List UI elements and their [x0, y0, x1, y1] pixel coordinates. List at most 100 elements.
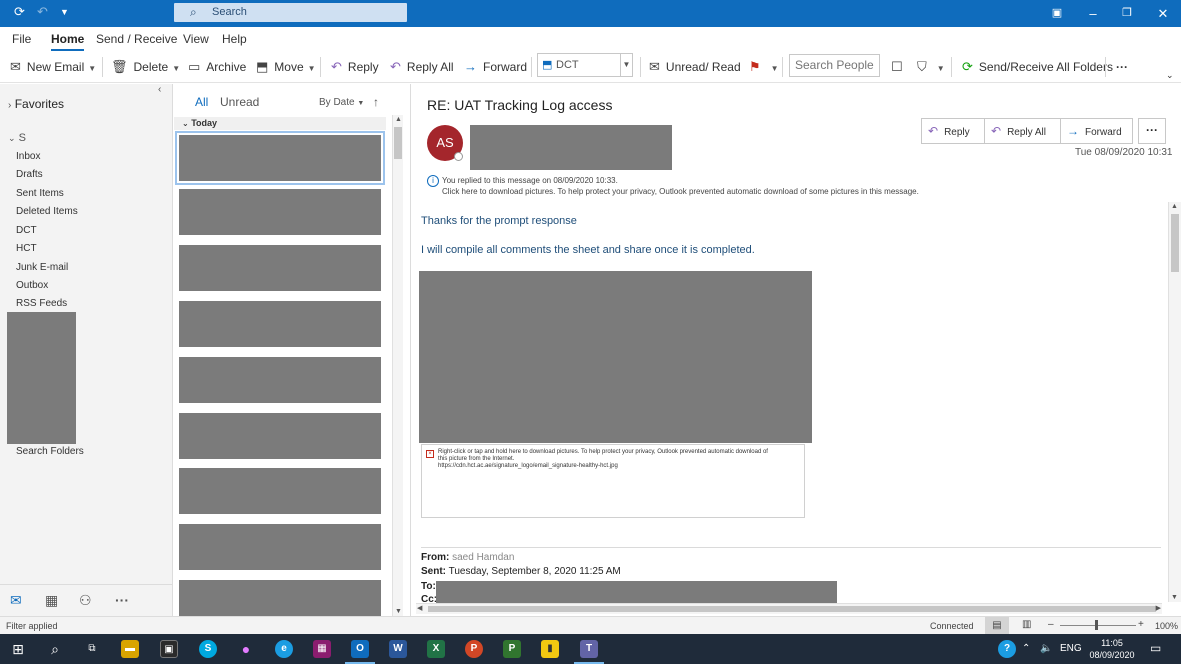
- list-item[interactable]: [179, 301, 381, 347]
- people-icon[interactable]: ⚇: [79, 592, 92, 609]
- forward-button[interactable]: → Forward: [464, 57, 527, 77]
- word-icon[interactable]: W: [389, 640, 407, 658]
- maximize-button[interactable]: ❐: [1110, 0, 1144, 27]
- reading-pane-scrollbar[interactable]: ▲ ▼: [1168, 202, 1181, 602]
- more-commands-button[interactable]: ···: [1116, 57, 1128, 77]
- zoom-in-button[interactable]: +: [1138, 619, 1144, 630]
- sort-direction-icon[interactable]: ↑: [373, 95, 379, 109]
- language-indicator[interactable]: ENG: [1060, 643, 1082, 654]
- search-input[interactable]: ⌕ Search: [174, 3, 407, 22]
- menu-help[interactable]: Help: [222, 32, 247, 46]
- search-people-input[interactable]: Search People: [789, 54, 880, 77]
- edge-icon[interactable]: e: [275, 640, 293, 658]
- list-item[interactable]: [175, 131, 385, 185]
- forward-button[interactable]: → Forward: [1060, 118, 1133, 144]
- help-icon[interactable]: ?: [998, 640, 1016, 658]
- list-item[interactable]: [179, 413, 381, 459]
- list-item[interactable]: [179, 189, 381, 235]
- move-to-folder-select[interactable]: ⬒ DCT ▼: [537, 53, 633, 77]
- chevron-down-icon[interactable]: ⌄: [1166, 65, 1174, 85]
- file-explorer-icon[interactable]: ▬: [121, 640, 139, 658]
- chevron-down-icon[interactable]: ▼: [771, 64, 779, 73]
- tab-unread[interactable]: Unread: [220, 95, 259, 109]
- mail-icon[interactable]: ✉: [10, 592, 22, 609]
- scroll-thumb[interactable]: [1171, 214, 1179, 272]
- list-item[interactable]: [179, 580, 381, 616]
- zoom-level[interactable]: 100%: [1155, 621, 1178, 631]
- list-item[interactable]: [179, 524, 381, 570]
- message-list-scrollbar[interactable]: ▲ ▼: [392, 115, 403, 616]
- ribbon-display-icon[interactable]: ▣: [1040, 0, 1074, 27]
- folder-drafts[interactable]: Drafts: [16, 169, 43, 180]
- folder-outbox[interactable]: Outbox: [16, 280, 48, 291]
- folder-hct[interactable]: HCT: [16, 243, 37, 254]
- tab-all[interactable]: All: [195, 95, 208, 109]
- list-item[interactable]: [179, 245, 381, 291]
- zoom-out-button[interactable]: –: [1048, 619, 1054, 630]
- collapse-pane-icon[interactable]: ‹: [158, 84, 161, 95]
- menu-send-receive[interactable]: Send / Receive: [96, 32, 177, 46]
- send-receive-all-button[interactable]: ⟳ Send/Receive All Folders: [962, 57, 1113, 77]
- info-banner[interactable]: i You replied to this message on 08/09/2…: [427, 175, 919, 197]
- scroll-thumb[interactable]: [428, 606, 1156, 612]
- project-icon[interactable]: P: [503, 640, 521, 658]
- zoom-slider-thumb[interactable]: [1095, 620, 1098, 630]
- scroll-right-icon[interactable]: ▶: [1156, 604, 1161, 612]
- scroll-thumb[interactable]: [394, 127, 402, 159]
- reply-button[interactable]: ↶ Reply: [331, 57, 379, 77]
- calendar-icon[interactable]: ▦: [45, 592, 58, 609]
- scroll-left-icon[interactable]: ◀: [417, 604, 422, 612]
- task-view-icon[interactable]: ⧉: [83, 640, 101, 658]
- account-header[interactable]: ⌄ S: [8, 132, 26, 144]
- filter-email-button[interactable]: ⛉ ▼: [917, 57, 945, 77]
- clock[interactable]: 11:05 08/09/2020: [1088, 637, 1136, 661]
- reply-button[interactable]: ↶ Reply: [921, 118, 985, 144]
- volume-icon[interactable]: 🔈: [1040, 643, 1052, 654]
- chevron-up-icon[interactable]: ⌃: [1022, 643, 1030, 654]
- horizontal-scrollbar[interactable]: ◀ ▶: [416, 603, 1162, 614]
- skype-icon[interactable]: S: [199, 640, 217, 658]
- search-icon[interactable]: ⌕: [46, 640, 64, 658]
- list-item[interactable]: [179, 357, 381, 403]
- app-icon[interactable]: ▦: [313, 640, 331, 658]
- reply-all-button[interactable]: ↶ Reply All: [984, 118, 1061, 144]
- sticky-notes-icon[interactable]: ▮: [541, 640, 559, 658]
- refresh-icon[interactable]: ⟳: [14, 4, 25, 20]
- delete-button[interactable]: 🗑 Delete ▼: [111, 57, 180, 77]
- archive-button[interactable]: ▭ Archive: [188, 57, 246, 77]
- chevron-down-icon[interactable]: ▼: [88, 64, 96, 73]
- menu-file[interactable]: File: [12, 32, 31, 46]
- more-actions-button[interactable]: ···: [1138, 118, 1166, 144]
- more-apps-icon[interactable]: ···: [115, 592, 129, 608]
- folder-rss-feeds[interactable]: RSS Feeds: [16, 298, 67, 309]
- outlook-icon[interactable]: O: [345, 640, 375, 664]
- menu-home[interactable]: Home: [51, 32, 85, 51]
- folder-deleted-items[interactable]: Deleted Items: [16, 206, 78, 217]
- notifications-icon[interactable]: ▭: [1150, 641, 1161, 655]
- folder-sent-items[interactable]: Sent Items: [16, 188, 64, 199]
- dropdown-icon[interactable]: ▼: [60, 7, 69, 17]
- paint-icon[interactable]: ●: [237, 640, 255, 658]
- folder-junk-email[interactable]: Junk E-mail: [16, 262, 68, 273]
- folder-search-folders[interactable]: Search Folders: [16, 446, 84, 457]
- move-button[interactable]: ⬒ Move ▼: [256, 57, 316, 77]
- reply-all-button[interactable]: ↶ Reply All: [390, 57, 454, 77]
- close-button[interactable]: ✕: [1146, 0, 1180, 27]
- flag-button[interactable]: ⚑ ▼: [749, 57, 779, 77]
- scroll-down-icon[interactable]: ▼: [1169, 594, 1180, 601]
- minimize-button[interactable]: –: [1076, 0, 1110, 27]
- scroll-up-icon[interactable]: ▲: [1169, 203, 1180, 210]
- chevron-down-icon[interactable]: ▼: [620, 54, 632, 76]
- new-email-button[interactable]: ✉ New Email ▼: [10, 57, 96, 77]
- favorites-header[interactable]: › Favorites: [8, 97, 64, 111]
- unread-read-button[interactable]: ✉ Unread/ Read: [649, 57, 741, 77]
- address-book-button[interactable]: ☐: [891, 57, 909, 77]
- list-item[interactable]: [179, 468, 381, 514]
- folder-dct[interactable]: DCT: [16, 225, 37, 236]
- undo-icon[interactable]: ↶: [37, 4, 48, 20]
- chevron-down-icon[interactable]: ▼: [308, 64, 316, 73]
- zoom-slider[interactable]: [1060, 625, 1136, 626]
- group-header[interactable]: ⌄ Today: [174, 117, 386, 130]
- teams-icon[interactable]: T: [574, 640, 604, 664]
- sort-by-date[interactable]: By Date ▼: [319, 97, 364, 108]
